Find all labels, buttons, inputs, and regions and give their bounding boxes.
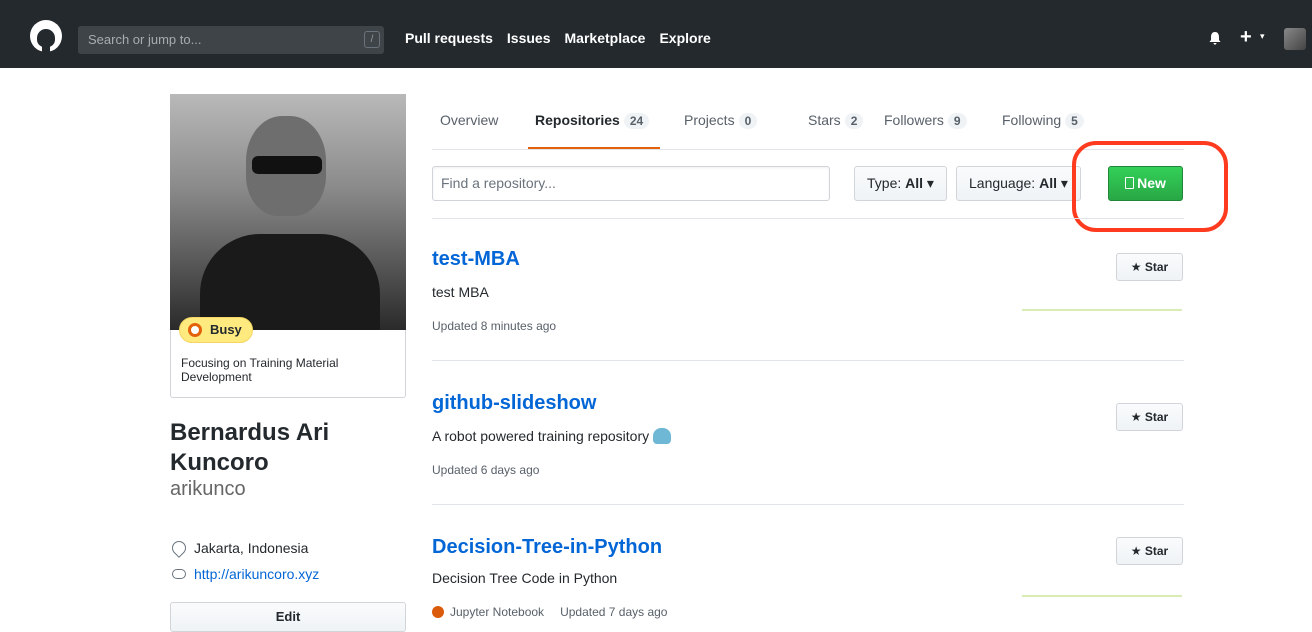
repo-meta: Updated 6 days ago [432, 463, 540, 477]
tab-stars[interactable]: Stars 2 [808, 112, 864, 129]
profile-photo [170, 94, 406, 330]
star-icon: ★ [1130, 544, 1142, 558]
status-badge-label: Busy [210, 322, 242, 337]
repo-description: Decision Tree Code in Python [432, 570, 618, 586]
user-avatar-menu[interactable] [1284, 28, 1306, 50]
divider [432, 218, 1184, 219]
language-filter-dropdown[interactable]: Language: All ▾ [956, 166, 1081, 201]
link-icon [172, 569, 186, 579]
star-icon: ★ [1130, 410, 1142, 424]
repo-name-link[interactable]: github-slideshow [432, 392, 596, 415]
search-shortcut-key: / [364, 31, 380, 48]
repo-description: A robot powered training repository [432, 428, 672, 444]
location-pin-icon [169, 538, 189, 558]
tab-repositories[interactable]: Repositories 24 [535, 112, 650, 129]
tab-count: 9 [947, 113, 967, 129]
active-tab-indicator [528, 147, 660, 149]
activity-graph [1022, 309, 1182, 311]
repo-updated: Updated 7 days ago [560, 605, 668, 619]
repo-description: test MBA [432, 284, 489, 300]
repo-meta: Updated 8 minutes ago [432, 319, 557, 333]
repo-name-link[interactable]: test-MBA [432, 248, 520, 271]
robot-emoji-icon [653, 428, 672, 444]
star-button[interactable]: ★ Star [1116, 403, 1183, 431]
main-nav: Pull requests Issues Marketplace Explore [405, 30, 711, 46]
nav-marketplace[interactable]: Marketplace [565, 30, 646, 46]
tab-following[interactable]: Following 5 [1002, 112, 1084, 129]
tab-count: 5 [1065, 113, 1084, 129]
tab-count: 24 [623, 113, 650, 129]
profile-full-name: Bernardus Ari Kuncoro [170, 419, 330, 476]
tab-overview[interactable]: Overview [440, 112, 498, 128]
edit-profile-button[interactable]: Edit [170, 602, 406, 632]
star-icon: ★ [1130, 260, 1142, 274]
create-new-plus-icon[interactable]: + [1240, 26, 1252, 49]
tab-followers[interactable]: Followers 9 [884, 112, 967, 129]
top-navigation-bar: Search or jump to... / Pull requests Iss… [0, 0, 1312, 68]
location-text: Jakarta, Indonesia [194, 540, 309, 556]
nav-issues[interactable]: Issues [507, 30, 551, 46]
tab-count: 0 [738, 113, 758, 129]
repo-language: Jupyter Notebook [450, 605, 545, 619]
tab-count: 2 [844, 113, 864, 129]
target-icon [188, 323, 202, 337]
github-logo-icon[interactable] [30, 20, 62, 52]
profile-location: Jakarta, Indonesia [169, 538, 309, 558]
type-filter-dropdown[interactable]: Type: All ▾ [854, 166, 947, 201]
search-placeholder: Search or jump to... [88, 32, 202, 47]
repo-meta: Jupyter Notebook Updated 7 days ago [432, 605, 667, 619]
search-input[interactable]: Search or jump to... / [78, 26, 384, 54]
profile-username: arikunco [170, 478, 246, 500]
find-repository-input[interactable]: Find a repository... [432, 166, 830, 201]
activity-graph [1022, 595, 1182, 597]
nav-pull-requests[interactable]: Pull requests [405, 30, 493, 46]
notification-bell-icon[interactable] [1208, 31, 1222, 45]
star-button[interactable]: ★ Star [1116, 253, 1183, 281]
language-color-dot [432, 606, 444, 618]
status-message: Focusing on Training Material Developmen… [181, 356, 339, 384]
tab-projects[interactable]: Projects 0 [684, 112, 758, 129]
divider [432, 360, 1184, 361]
profile-tabs: Overview Repositories 24 Projects 0 Stars 2… [432, 94, 1184, 150]
status-badge[interactable]: Busy [179, 317, 253, 343]
nav-explore[interactable]: Explore [659, 30, 710, 46]
profile-website: http://arikuncoro.xyz [172, 566, 319, 582]
website-link[interactable]: http://arikuncoro.xyz [194, 566, 319, 582]
divider [432, 504, 1184, 505]
chevron-down-icon[interactable]: ▾ [1260, 31, 1265, 42]
repo-name-link[interactable]: Decision-Tree-in-Python [432, 536, 662, 559]
star-button[interactable]: ★ Star [1116, 537, 1183, 565]
